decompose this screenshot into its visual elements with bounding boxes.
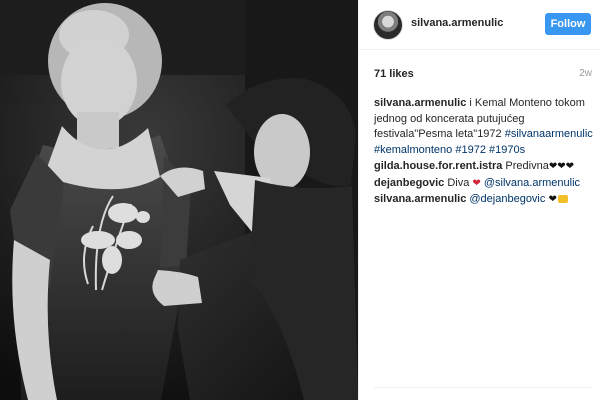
black-heart-icon: ❤ bbox=[548, 194, 557, 205]
black-heart-icon: ❤ bbox=[557, 161, 566, 172]
caption: silvana.armenulic i Kemal Monteno tokom … bbox=[374, 96, 594, 158]
comments-list: silvana.armenulic i Kemal Monteno tokom … bbox=[374, 96, 594, 209]
black-and-white-photo bbox=[0, 0, 358, 400]
comment-username[interactable]: silvana.armenulic bbox=[374, 193, 466, 205]
post-photo[interactable] bbox=[0, 0, 358, 400]
comment-item: gilda.house.for.rent.istra Predivna❤❤❤ bbox=[374, 159, 594, 175]
comment-username[interactable]: gilda.house.for.rent.istra bbox=[374, 160, 502, 172]
comment-text: Predivna bbox=[502, 160, 549, 172]
hashtag-1970s[interactable]: #1970s bbox=[489, 144, 525, 156]
post-time[interactable]: 2w bbox=[579, 68, 592, 79]
post-side-panel: silvana.armenulic Follow 71 likes 2w sil… bbox=[358, 0, 600, 400]
black-heart-icon: ❤ bbox=[565, 161, 575, 172]
comment-text: Diva bbox=[444, 176, 473, 189]
comment-username[interactable]: dejanbegovic bbox=[374, 177, 444, 189]
divider bbox=[374, 387, 592, 388]
avatar[interactable] bbox=[373, 10, 403, 40]
ok-hand-icon bbox=[557, 195, 568, 203]
post-username[interactable]: silvana.armenulic bbox=[411, 17, 503, 29]
follow-button[interactable]: Follow bbox=[545, 13, 591, 35]
post-header: silvana.armenulic Follow bbox=[359, 0, 600, 50]
hashtag-kemalmonteno[interactable]: #kemalmonteno bbox=[374, 144, 452, 156]
black-heart-icon: ❤ bbox=[548, 161, 558, 172]
mention-silvana[interactable]: @silvana.armenulic bbox=[484, 177, 580, 189]
red-heart-icon: ❤ bbox=[472, 177, 481, 189]
comment-item: silvana.armenulic @dejanbegovic ❤ bbox=[374, 192, 594, 208]
likes-row: 71 likes 2w bbox=[374, 68, 592, 82]
comment-item: dejanbegovic Diva ❤ @silvana.armenulic bbox=[374, 176, 594, 192]
hashtag-1972[interactable]: #1972 bbox=[455, 144, 486, 156]
hashtag-silvanaarmenulic[interactable]: #silvanaarmenulic bbox=[505, 128, 593, 140]
likes-count[interactable]: 71 likes bbox=[374, 68, 414, 80]
caption-username[interactable]: silvana.armenulic bbox=[374, 97, 466, 109]
mention-dejanbegovic[interactable]: @dejanbegovic bbox=[466, 193, 545, 205]
